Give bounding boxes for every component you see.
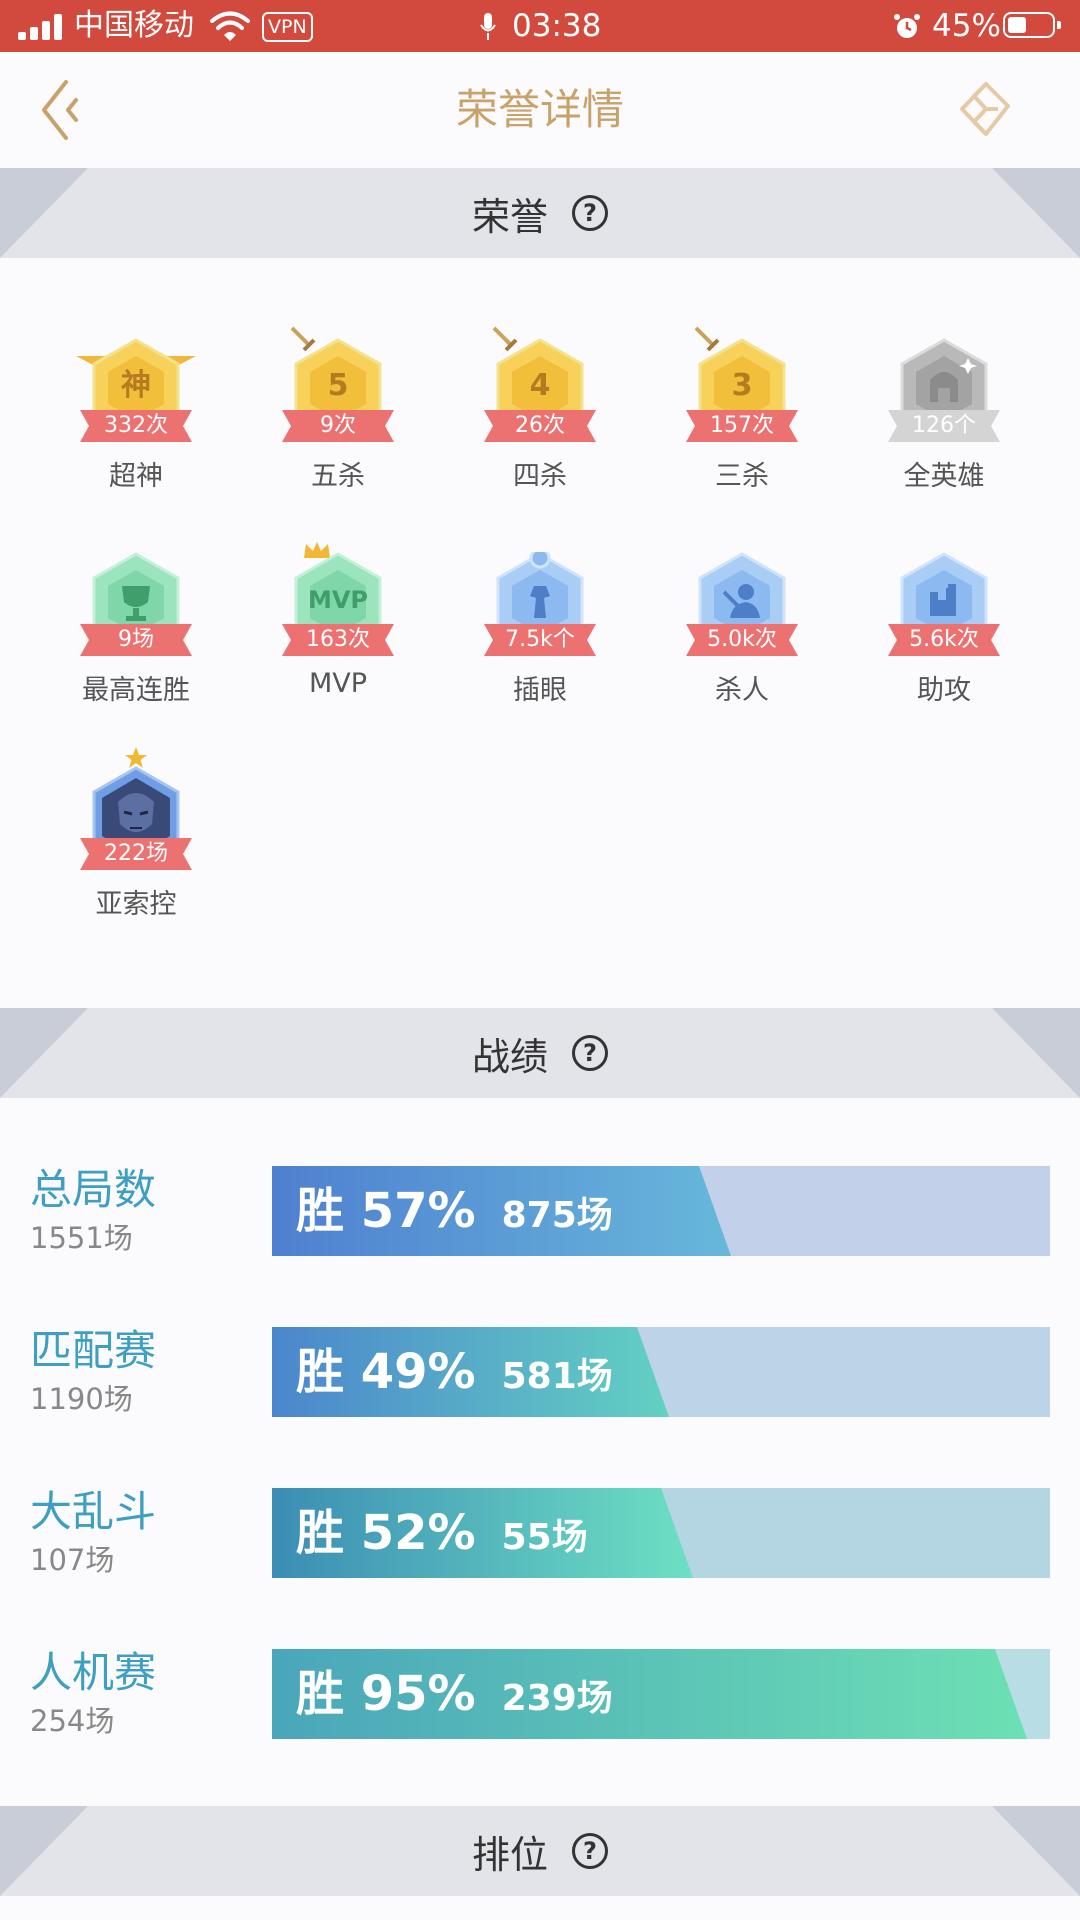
section-header-record: 战绩 ?: [0, 1008, 1080, 1098]
win-rate-bar: 胜 57% 875场: [272, 1166, 1050, 1256]
badge-count: 157次: [710, 413, 774, 438]
stat-label: 匹配赛: [30, 1326, 157, 1375]
stat-row-match[interactable]: 匹配赛 1190场 胜 49% 581场: [0, 1323, 1080, 1433]
microphone-icon: [480, 13, 496, 40]
stat-count: 254场: [30, 1704, 115, 1738]
win-rate-bar: 胜 95% 239场: [272, 1649, 1050, 1739]
badge-glyph: 神: [121, 368, 151, 403]
share-icon[interactable]: [956, 78, 1014, 140]
badge-name: 四杀: [513, 461, 567, 492]
stat-label: 大乱斗: [30, 1487, 157, 1536]
badge-name: 亚索控: [95, 889, 177, 920]
badge-mvp[interactable]: MVP 163次 MVP: [248, 532, 428, 732]
status-bar: 中国移动 VPN 03:38 45%: [0, 0, 1080, 52]
alarm-clock-icon: [894, 14, 920, 38]
navigation-bar: 荣誉详情: [0, 52, 1080, 168]
stat-row-total[interactable]: 总局数 1551场 胜 57% 875场: [0, 1162, 1080, 1272]
badge-godlike[interactable]: 神 332次 超神: [46, 318, 226, 518]
badge-wards[interactable]: 7.5k个 插眼: [450, 532, 630, 732]
section-title-honor: 荣誉: [471, 194, 548, 239]
wins-count: 239场: [501, 1678, 613, 1719]
vpn-indicator: VPN: [262, 12, 313, 42]
badge-name: MVP: [308, 668, 368, 699]
section-title-record: 战绩: [471, 1034, 548, 1079]
badge-glyph: 4: [529, 368, 551, 403]
help-icon[interactable]: ?: [572, 1833, 608, 1869]
badge-win-streak[interactable]: 9场 最高连胜: [46, 532, 226, 732]
win-rate-text: 胜 49%: [296, 1344, 476, 1400]
section-title-rank: 排位: [471, 1832, 548, 1877]
stat-count: 1190场: [30, 1382, 133, 1416]
stat-count: 1551场: [30, 1221, 133, 1255]
badge-assists[interactable]: 5.6k次 助攻: [854, 532, 1034, 732]
badge-penta-kill[interactable]: 5 9次 五杀: [248, 318, 428, 518]
badge-name: 插眼: [513, 675, 567, 706]
stat-count: 107场: [30, 1543, 115, 1577]
badge-count: 26次: [515, 413, 565, 438]
section-header-honor: 荣誉 ?: [0, 168, 1080, 258]
badge-name: 杀人: [715, 675, 769, 706]
badge-count: 9次: [320, 413, 356, 438]
badge-glyph: MVP: [307, 586, 369, 614]
help-icon[interactable]: ?: [572, 1035, 608, 1071]
stat-row-bot[interactable]: 人机赛 254场 胜 95% 239场: [0, 1645, 1080, 1755]
badge-name: 最高连胜: [82, 675, 190, 706]
section-header-rank: 排位 ?: [0, 1806, 1080, 1896]
wins-count: 55场: [501, 1517, 588, 1558]
battery-percentage: 45%: [932, 8, 1001, 44]
badge-count: 9场: [118, 627, 154, 652]
win-rate-text: 胜 95%: [296, 1666, 476, 1722]
carrier-name: 中国移动: [74, 8, 194, 43]
badge-count: 7.5k个: [505, 627, 575, 652]
badge-count: 163次: [306, 627, 370, 652]
badge-name: 全英雄: [903, 461, 985, 492]
stat-row-brawl[interactable]: 大乱斗 107场 胜 52% 55场: [0, 1484, 1080, 1594]
wins-count: 581场: [501, 1356, 613, 1397]
battery-icon: [1003, 12, 1061, 38]
win-rate-text: 胜 52%: [296, 1505, 476, 1561]
badge-count: 222场: [104, 841, 168, 866]
badge-count: 5.0k次: [707, 627, 777, 652]
badge-hero-yasuo[interactable]: 222场 亚索控: [46, 746, 226, 946]
badge-name: 三杀: [715, 461, 769, 492]
badge-name: 超神: [109, 461, 163, 492]
help-icon[interactable]: ?: [572, 195, 608, 231]
wifi-icon: [210, 11, 250, 41]
badge-triple-kill[interactable]: 3 157次 三杀: [652, 318, 832, 518]
badge-count: 126个: [912, 413, 976, 438]
badge-all-heroes[interactable]: 126个 全英雄: [854, 318, 1034, 518]
cellular-signal-icon: [18, 14, 64, 40]
badge-quadra-kill[interactable]: 4 26次 四杀: [450, 318, 630, 518]
win-rate-bar: 胜 49% 581场: [272, 1327, 1050, 1417]
badge-glyph: 3: [731, 368, 753, 403]
badge-name: 五杀: [311, 461, 365, 492]
badge-glyph: 5: [327, 368, 349, 403]
clock-time: 03:38: [512, 8, 602, 44]
wins-count: 875场: [501, 1195, 613, 1236]
stat-label: 人机赛: [30, 1648, 157, 1697]
badge-name: 助攻: [917, 675, 971, 706]
stat-label: 总局数: [30, 1165, 157, 1214]
win-rate-bar: 胜 52% 55场: [272, 1488, 1050, 1578]
badge-count: 332次: [104, 413, 168, 438]
win-rate-text: 胜 57%: [296, 1183, 476, 1239]
badge-count: 5.6k次: [909, 627, 979, 652]
badge-kills[interactable]: 5.0k次 杀人: [652, 532, 832, 732]
page-title: 荣誉详情: [455, 85, 624, 134]
